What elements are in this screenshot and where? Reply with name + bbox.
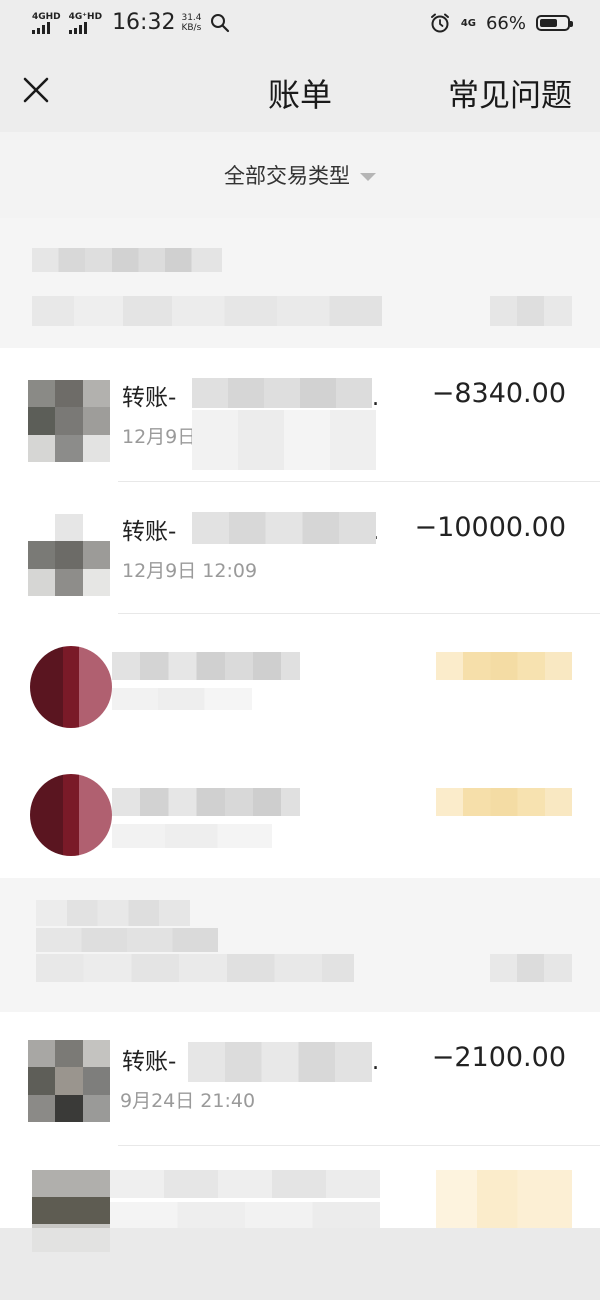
pixelated-amount	[436, 652, 572, 680]
pixelated-month-stat	[490, 296, 572, 326]
pixelated-date	[110, 1202, 380, 1228]
transaction-amount: −10000.00	[414, 512, 566, 543]
signal-strength-1: 4GHD	[32, 12, 61, 34]
pixelated-month-label	[36, 928, 218, 952]
caret-down-icon	[360, 172, 376, 181]
alarm-icon	[430, 13, 449, 33]
transaction-date: 12月9日 12:09	[122, 560, 258, 582]
avatar	[30, 774, 112, 856]
clock: 16:32	[112, 10, 176, 35]
net-speed-unit: KB/s	[181, 22, 202, 33]
battery-percent: 66%	[485, 12, 526, 34]
month-summary	[0, 878, 600, 1012]
battery-fill	[540, 19, 557, 27]
faq-button[interactable]: 常见问题	[448, 70, 572, 115]
transaction-row[interactable]: 转账-… 9月24日 21:40 −2100.00	[0, 1012, 600, 1146]
transaction-amount: −2100.00	[431, 1042, 566, 1073]
status-bar-left: 4GHD 4G⁺HD 16:32 31.4 KB/s	[32, 10, 230, 35]
pixelated-counterparty	[192, 378, 372, 408]
transaction-date: 9月24日 21:40	[120, 1090, 256, 1112]
transaction-row[interactable]: 转账-… 12月9日 −8340.00	[0, 348, 600, 482]
pixelated-month-label	[36, 900, 190, 926]
nav-bar: 账单 常见问题	[0, 48, 600, 132]
pixelated-date	[112, 688, 252, 710]
pixelated-counterparty	[188, 1042, 372, 1082]
search-icon	[210, 13, 229, 32]
transaction-row[interactable]	[0, 614, 600, 748]
avatar	[28, 514, 110, 596]
filter-bar: 全部交易类型	[0, 132, 600, 218]
transaction-amount: −8340.00	[431, 378, 566, 409]
filter-label: 全部交易类型	[224, 164, 350, 188]
battery-icon	[536, 15, 573, 31]
transaction-type-filter[interactable]: 全部交易类型	[224, 160, 376, 190]
signal-strength-2: 4G⁺HD	[68, 11, 103, 34]
month-summary	[0, 218, 600, 348]
pixelated-month-stat	[490, 954, 572, 982]
transaction-date: 12月9日	[122, 426, 197, 448]
net-speed-value: 31.4	[181, 12, 202, 23]
transaction-row[interactable]: 转账-… 12月9日 12:09 −10000.00	[0, 482, 600, 614]
pixelated-month-detail	[32, 296, 382, 326]
avatar	[28, 380, 110, 462]
pixelated-title	[110, 1170, 380, 1198]
pixelated-counterparty	[192, 512, 376, 544]
avatar	[28, 1040, 110, 1122]
pixelated-amount	[436, 1170, 572, 1228]
pixelated-title	[112, 652, 300, 680]
signal-bars-icon	[68, 21, 87, 34]
pixelated-title	[112, 788, 300, 816]
pixelated-detail	[192, 410, 376, 470]
net-speed: 31.4 KB/s	[181, 13, 201, 33]
pixelated-amount	[436, 788, 572, 816]
pixelated-month-label	[32, 248, 222, 272]
avatar	[30, 646, 112, 728]
status-bar-right: 4G 66%	[429, 12, 573, 34]
status-bar: 4GHD 4G⁺HD 16:32 31.4 KB/s 4G 66%	[0, 0, 600, 48]
bottom-overlay	[0, 1228, 600, 1300]
close-icon[interactable]	[18, 72, 54, 108]
pixelated-month-detail	[36, 954, 354, 982]
signal-label: 4G⁺HD	[68, 11, 103, 22]
pixelated-date	[112, 824, 272, 848]
transaction-row[interactable]	[0, 748, 600, 878]
signal-bars-icon	[32, 21, 50, 34]
signal-label: 4GHD	[32, 11, 61, 22]
network-type: 4G	[460, 17, 476, 29]
